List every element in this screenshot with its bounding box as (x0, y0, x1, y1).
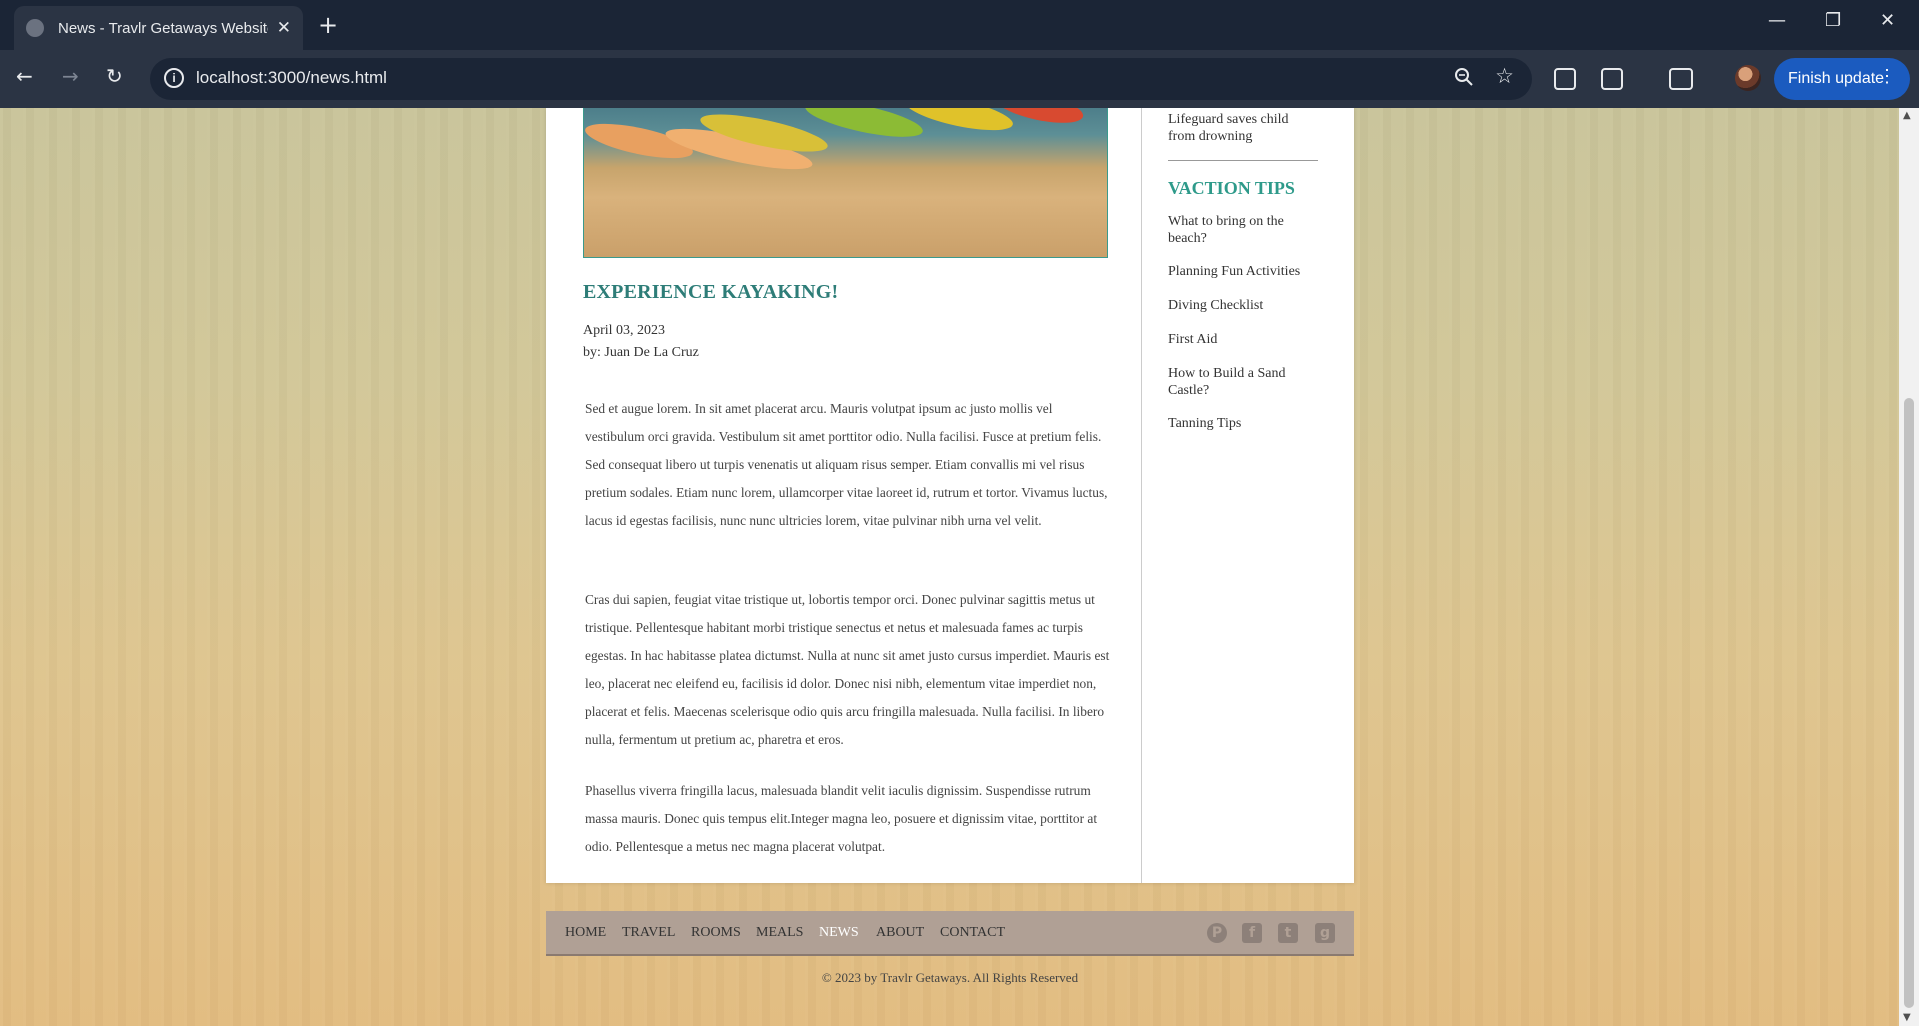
forward-icon[interactable]: → (62, 64, 79, 88)
footer-nav: HOME TRAVEL ROOMS MEALS NEWS ABOUT CONTA… (546, 911, 1354, 956)
scroll-down-icon[interactable]: ▼ (1903, 1012, 1911, 1023)
sidebar-news-link[interactable]: Lifeguard saves child from drowning (1168, 111, 1318, 145)
address-bar[interactable]: i localhost:3000/news.html ☆ (150, 58, 1532, 100)
pinterest-icon[interactable]: P (1207, 923, 1227, 943)
profile-avatar[interactable] (1735, 65, 1761, 91)
reload-icon[interactable]: ↻ (106, 64, 123, 88)
column-divider (1141, 108, 1142, 883)
post-paragraph: Cras dui sapien, feugiat vitae tristique… (585, 592, 1110, 747)
tab-title: News - Travlr Getaways Website (58, 19, 268, 37)
extension-blocked-icon[interactable] (1554, 68, 1576, 90)
zoom-icon[interactable] (1454, 67, 1474, 87)
footer-link-news[interactable]: NEWS (819, 925, 859, 941)
sidebar-tip-link[interactable]: What to bring on the beach? (1168, 213, 1318, 247)
content-card: EXPERIENCE KAYAKING! April 03, 2023 by: … (546, 108, 1354, 883)
bookmark-star-icon[interactable]: ☆ (1495, 64, 1514, 88)
restore-icon[interactable]: ❐ (1825, 10, 1841, 31)
finish-update-label: Finish update (1788, 70, 1885, 87)
site-info-icon[interactable]: i (164, 68, 184, 88)
minimize-icon[interactable]: — (1768, 10, 1786, 31)
post-paragraph: Sed et augue lorem. In sit amet placerat… (585, 401, 1108, 528)
globe-icon (26, 19, 44, 37)
footer-link-contact[interactable]: CONTACT (940, 925, 1005, 941)
browser-tabstrip: News - Travlr Getaways Website ✕ + — ❐ ✕ (0, 0, 1919, 50)
sidebar-divider (1168, 160, 1318, 161)
copyright-text: © 2023 by Travlr Getaways. All Rights Re… (821, 970, 1079, 985)
close-tab-icon[interactable]: ✕ (277, 18, 291, 38)
page-scrollbar[interactable]: ▲ ▼ (1899, 108, 1919, 1026)
sidebar-tip-link[interactable]: Planning Fun Activities (1168, 263, 1318, 280)
sidebar-tip-link[interactable]: Diving Checklist (1168, 297, 1318, 314)
sidebar-tip-link[interactable]: Tanning Tips (1168, 415, 1318, 432)
finish-update-button[interactable]: Finish update ⋮ (1774, 58, 1910, 100)
sidebar-tip-link[interactable]: How to Build a Sand Castle? (1168, 365, 1318, 399)
kayak-hero-image (583, 108, 1108, 258)
post-paragraph: Phasellus viverra fringilla lacus, males… (585, 783, 1098, 854)
post-author: by: Juan De La Cruz (583, 345, 699, 360)
post-title: EXPERIENCE KAYAKING! (583, 281, 839, 303)
footer-link-meals[interactable]: MEALS (756, 925, 803, 941)
sidebar-tip-link[interactable]: First Aid (1168, 331, 1318, 348)
window-close-icon[interactable]: ✕ (1880, 10, 1895, 31)
browser-tab[interactable]: News - Travlr Getaways Website ✕ (14, 6, 303, 50)
facebook-icon[interactable]: f (1242, 923, 1262, 943)
scrollbar-thumb[interactable] (1904, 398, 1914, 1008)
footer-link-about[interactable]: ABOUT (876, 925, 924, 941)
cast-icon[interactable] (1669, 68, 1693, 90)
footer-link-home[interactable]: HOME (565, 925, 606, 941)
more-menu-icon[interactable]: ⋮ (1878, 66, 1896, 87)
footer-link-rooms[interactable]: ROOMS (691, 925, 741, 941)
back-icon[interactable]: ← (16, 64, 33, 88)
page-viewport: EXPERIENCE KAYAKING! April 03, 2023 by: … (0, 108, 1899, 1026)
scroll-up-icon[interactable]: ▲ (1903, 110, 1911, 121)
footer-link-travel[interactable]: TRAVEL (622, 925, 675, 941)
extensions-puzzle-icon[interactable] (1601, 68, 1623, 90)
new-tab-icon[interactable]: + (318, 11, 338, 39)
url-text[interactable]: localhost:3000/news.html (196, 68, 387, 88)
post-date: April 03, 2023 (583, 323, 666, 338)
google-plus-icon[interactable]: g (1315, 923, 1335, 943)
twitter-icon[interactable]: t (1278, 923, 1298, 943)
sidebar-heading-tips: VACTION TIPS (1168, 178, 1295, 198)
